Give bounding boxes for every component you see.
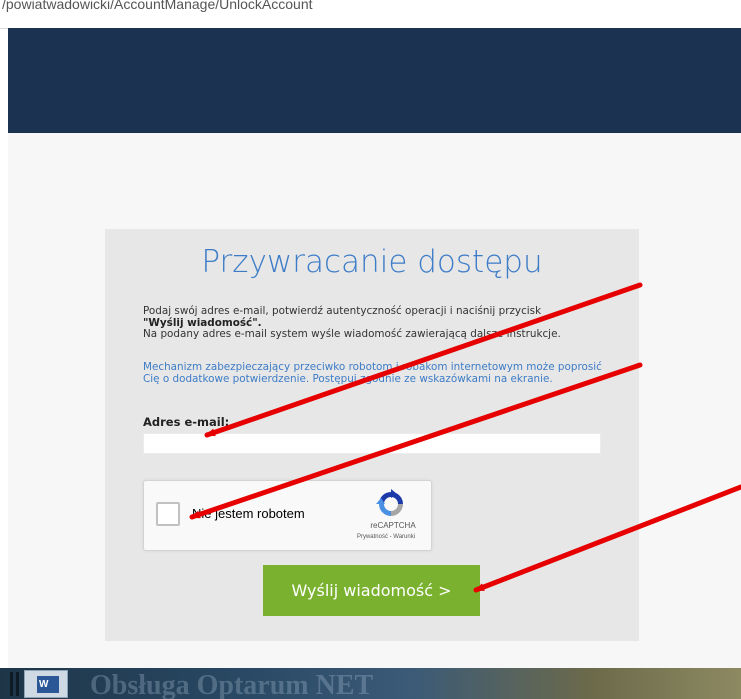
recaptcha-terms-link[interactable]: Prywatność - Warunki [344, 534, 428, 540]
instructions-line2: Na podany adres e-mail system wyśle wiad… [143, 328, 561, 340]
unlock-account-panel: Przywracanie dostępu Podaj swój adres e-… [105, 229, 639, 641]
url-text[interactable]: /powiatwadowicki/AccountManage/UnlockAcc… [2, 0, 313, 12]
captcha-notice: Mechanizm zabezpieczający przeciwko robo… [143, 361, 602, 385]
taskbar-divider [10, 672, 13, 696]
address-bar[interactable]: /powiatwadowicki/AccountManage/UnlockAcc… [0, 0, 741, 29]
word-taskbar-button[interactable]: W [24, 670, 68, 698]
taskbar: W Obsługa Optarum NET [0, 668, 741, 699]
instructions-line1: Podaj swój adres e-mail, potwierdź auten… [143, 305, 542, 317]
taskbar-background-text: Obsługa Optarum NET [90, 670, 374, 699]
recaptcha-logo-icon [376, 489, 403, 516]
taskbar-divider [16, 672, 19, 696]
site-header [8, 28, 741, 133]
email-label: Adres e-mail: [143, 415, 230, 429]
instructions-text: Podaj swój adres e-mail, potwierdź auten… [143, 305, 603, 341]
send-message-button[interactable]: Wyślij wiadomość > [263, 565, 480, 616]
page-title: Przywracanie dostępu [201, 244, 543, 280]
recaptcha-checkbox[interactable] [156, 502, 180, 526]
email-field[interactable] [143, 433, 601, 454]
word-icon: W [37, 676, 59, 693]
instructions-bold: "Wyślij wiadomość". [143, 316, 262, 329]
recaptcha-widget: Nie jestem robotem reCAPTCHA Prywatność … [143, 480, 432, 551]
page: Przywracanie dostępu Podaj swój adres e-… [8, 28, 741, 668]
recaptcha-label[interactable]: Nie jestem robotem [192, 506, 305, 521]
recaptcha-brand: reCAPTCHA [370, 521, 416, 530]
